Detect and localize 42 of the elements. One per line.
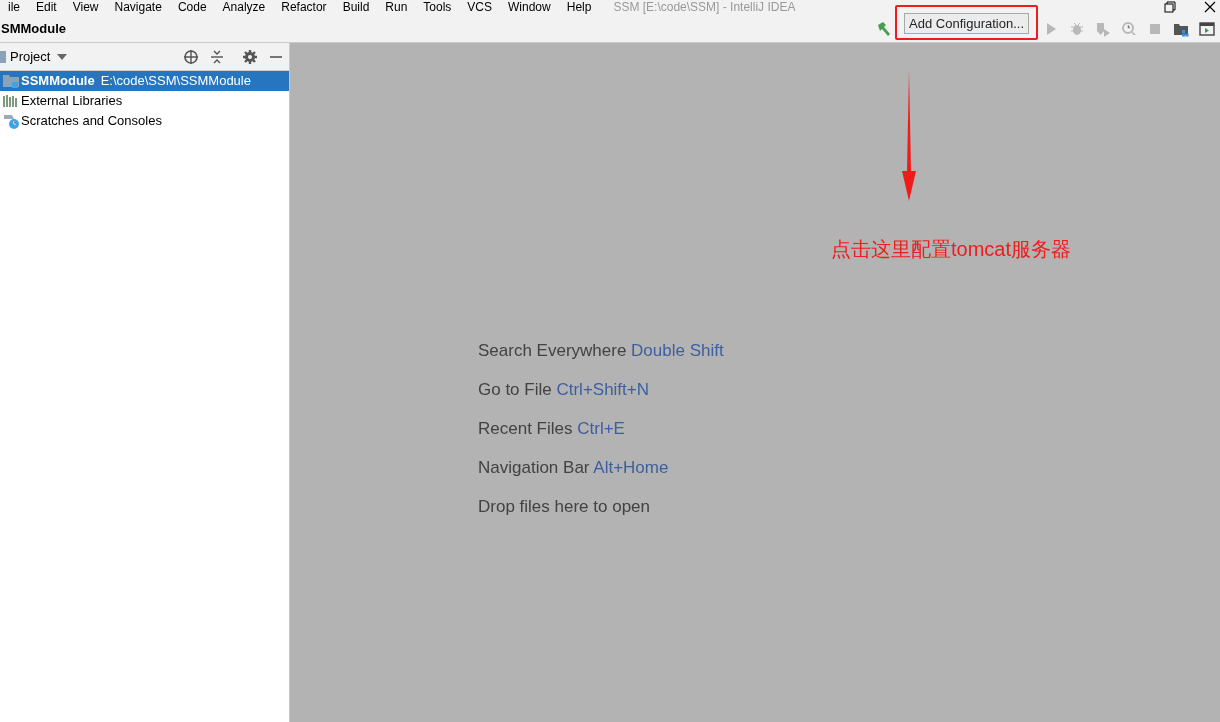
menu-item[interactable]: Help	[558, 0, 600, 14]
tree-item[interactable]: External Libraries	[0, 91, 289, 111]
panel-title[interactable]: Project	[10, 46, 51, 67]
hint-text: Go to File Ctrl+Shift+N	[478, 379, 651, 401]
item-label: Scratches and Consoles	[21, 112, 162, 131]
menu-item[interactable]: Run	[377, 0, 416, 14]
menu-item[interactable]: VCS	[459, 0, 501, 14]
configuration-button[interactable]: Add Configuration...	[904, 12, 1029, 34]
folder-icon	[3, 73, 19, 89]
menu-item[interactable]: Tools	[415, 0, 460, 14]
window-icon[interactable]	[1199, 20, 1215, 37]
tree-item[interactable]: SSMModule E:\code\SSM\SSMModule	[0, 71, 289, 91]
menu-item[interactable]: Refactor	[273, 0, 335, 14]
collapse-icon[interactable]	[209, 48, 225, 65]
settings-icon[interactable]	[242, 48, 258, 65]
menu-item[interactable]: Analyze	[214, 0, 274, 14]
scratch-icon	[3, 113, 19, 129]
menu-item[interactable]: View	[64, 0, 107, 14]
menu-item[interactable]: ile	[0, 0, 28, 14]
tree-item[interactable]: Scratches and Consoles	[0, 111, 289, 131]
panel-icon	[0, 49, 8, 64]
menu-item[interactable]: Edit	[28, 0, 65, 14]
hint-text: Drop files here to open	[478, 496, 651, 518]
window-title: SSM [E:\code\SSM] - IntelliJ IDEA	[612, 0, 797, 14]
dropdown-icon[interactable]	[57, 53, 68, 60]
breadcrumb[interactable]: SMModule	[1, 18, 66, 39]
hint-text: Navigation Bar Alt+Home	[478, 457, 670, 479]
hint-text: Search Everywhere Double Shift	[478, 340, 724, 362]
menu-item[interactable]: Build	[334, 0, 378, 14]
menu-item[interactable]: Navigate	[106, 0, 170, 14]
hint-text: Recent Files Ctrl+E	[478, 418, 626, 440]
restore-icon[interactable]	[1164, 1, 1176, 13]
menu-item[interactable]: Code	[169, 0, 215, 14]
item-label: SSMModule	[21, 72, 95, 91]
crosshair-icon[interactable]	[183, 48, 199, 65]
item-label: External Libraries	[21, 92, 123, 111]
item-path: E:\code\SSM\SSMModule	[100, 72, 251, 91]
menu-item[interactable]: Window	[500, 0, 559, 14]
close-icon[interactable]	[1204, 1, 1216, 13]
library-icon	[3, 93, 19, 109]
hammer-icon[interactable]	[876, 20, 893, 37]
annotation-text: 点击这里配置tomcat服务器	[831, 237, 1072, 262]
